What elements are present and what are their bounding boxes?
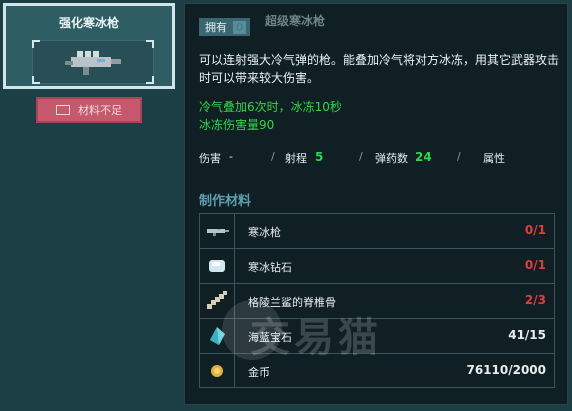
stat-separator: / xyxy=(359,150,363,163)
damage-value: - xyxy=(229,150,233,163)
owned-badge: 拥有 0 xyxy=(199,18,250,36)
weapon-stats: 伤害 - / 射程 5 / 弹药数 24 / 属性 xyxy=(199,150,549,168)
material-count: 76110/2000 xyxy=(466,363,546,377)
owned-count: 0 xyxy=(233,20,246,34)
material-count: 0/1 xyxy=(524,258,546,272)
range-value: 5 xyxy=(315,150,324,164)
material-name: 格陵兰鲨的脊椎骨 xyxy=(248,296,336,309)
range-label: 射程 xyxy=(285,152,307,165)
material-row-ice-diamond[interactable]: 寒冰钻石 0/1 xyxy=(199,248,555,283)
material-row-spine-bone[interactable]: 格陵兰鲨的脊椎骨 2/3 xyxy=(199,283,555,318)
stat-separator: / xyxy=(457,150,461,163)
damage-label: 伤害 xyxy=(199,152,221,165)
bonus-line-freeze: 冷气叠加6次时，冰冻10秒 xyxy=(199,100,342,114)
material-row-ice-gun[interactable]: 寒冰枪 0/1 xyxy=(199,213,555,248)
gold-coin-icon xyxy=(211,364,223,377)
material-row-sapphire[interactable]: 海蓝宝石 41/15 xyxy=(199,318,555,353)
material-count: 2/3 xyxy=(524,293,546,307)
weapon-card-title: 强化寒冰枪 xyxy=(58,16,119,30)
materials-insufficient-button[interactable]: 材料不足 xyxy=(36,97,142,123)
stat-separator: / xyxy=(271,150,275,163)
weapon-description: 可以连射强大冷气弹的枪。能叠加冷气将对方冰冻，用其它武器攻击时可以带来较大伤害。 xyxy=(199,53,560,85)
insufficient-label: 材料不足 xyxy=(78,104,122,117)
materials-list: 寒冰枪 0/1 寒冰钻石 0/1 格陵兰鲨的脊椎骨 2/3 海蓝宝石 41/15… xyxy=(199,213,555,388)
ammo-label: 弹药数 xyxy=(375,152,408,165)
material-name: 海蓝宝石 xyxy=(248,331,292,344)
ammo-value: 24 xyxy=(415,150,432,164)
weapon-slot xyxy=(32,40,154,84)
bonus-line-damage: 冰冻伤害量90 xyxy=(199,118,275,132)
weapon-card[interactable]: 强化寒冰枪 xyxy=(3,3,175,89)
material-name: 寒冰钻石 xyxy=(248,261,292,274)
material-name: 金币 xyxy=(248,366,270,379)
craft-icon xyxy=(56,105,70,115)
owned-label: 拥有 xyxy=(205,21,227,34)
ice-gun-icon xyxy=(207,229,229,236)
ice-gun-icon xyxy=(65,51,121,75)
material-count: 41/15 xyxy=(508,328,546,342)
material-row-gold-coin[interactable]: 金币 76110/2000 xyxy=(199,353,555,388)
material-count: 0/1 xyxy=(524,223,546,237)
materials-title: 制作材料 xyxy=(199,194,252,209)
attribute-label: 属性 xyxy=(483,152,505,165)
sapphire-icon xyxy=(210,327,225,345)
material-name: 寒冰枪 xyxy=(248,226,281,239)
panel-title: 超级寒冰枪 xyxy=(265,14,326,28)
spine-bone-icon xyxy=(207,291,227,309)
weapon-detail-panel: 超级寒冰枪 拥有 0 可以连射强大冷气弹的枪。能叠加冷气将对方冰冻，用其它武器攻… xyxy=(184,3,568,405)
ice-diamond-icon xyxy=(209,260,225,272)
